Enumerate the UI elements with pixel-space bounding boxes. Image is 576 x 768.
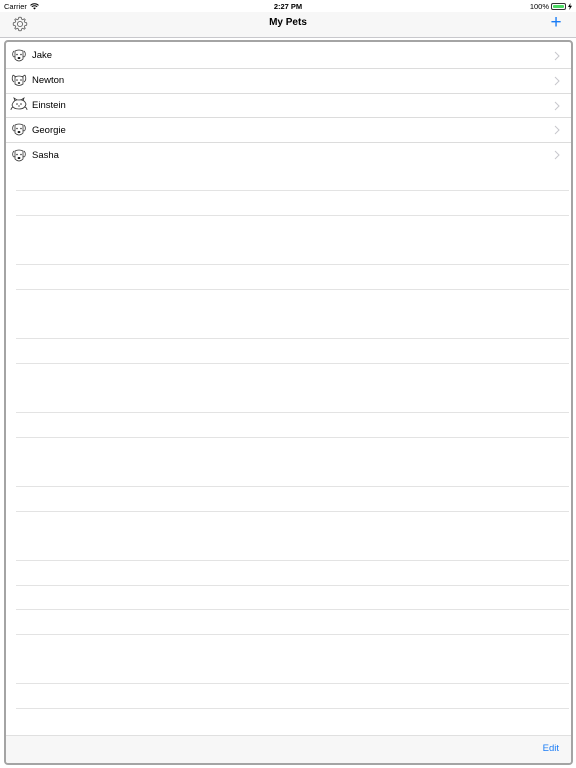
navigation-bar: My Pets + xyxy=(0,12,576,38)
dog-icon xyxy=(12,49,26,62)
row-content: Georgie xyxy=(6,121,571,139)
battery-icon xyxy=(551,3,566,10)
row-separator xyxy=(16,338,569,339)
row-content: Jake xyxy=(6,47,571,65)
pets-table: Jake Newton Einstein Georgie Sasha Edit xyxy=(4,40,573,765)
row-separator xyxy=(16,486,569,487)
pet-name: Newton xyxy=(32,75,65,87)
edit-button[interactable]: Edit xyxy=(543,743,559,754)
chevron-right-icon xyxy=(554,51,560,61)
empty-row-separators xyxy=(16,182,569,733)
pet-list: Jake Newton Einstein Georgie Sasha xyxy=(6,44,571,168)
chevron-right-icon xyxy=(554,150,560,160)
pet-row-einstein[interactable]: Einstein xyxy=(6,94,571,119)
page-title: My Pets xyxy=(269,17,307,28)
dog-icon xyxy=(12,123,26,136)
row-separator xyxy=(16,215,569,216)
status-time: 2:27 PM xyxy=(273,2,303,11)
row-separator xyxy=(16,560,569,561)
row-content: Einstein xyxy=(6,96,571,114)
row-content: Sasha xyxy=(6,147,571,165)
status-bar: Carrier 2:27 PM 100% xyxy=(0,0,576,12)
chevron-right-icon xyxy=(554,101,560,110)
add-pet-button[interactable]: + xyxy=(546,13,566,34)
row-separator xyxy=(16,683,569,684)
status-right: 100% xyxy=(530,2,572,11)
chevron-right-icon xyxy=(554,126,560,135)
cat-icon xyxy=(10,97,28,111)
pet-name: Sasha xyxy=(32,150,59,162)
row-separator xyxy=(16,363,569,364)
pet-row-jake[interactable]: Jake xyxy=(6,44,571,69)
row-separator xyxy=(16,634,569,635)
chevron-right-icon xyxy=(554,76,560,86)
row-separator xyxy=(16,437,569,438)
pet-name: Einstein xyxy=(32,99,66,111)
row-separator xyxy=(16,609,569,610)
pet-row-newton[interactable]: Newton xyxy=(6,69,571,94)
row-separator xyxy=(16,264,569,265)
row-separator xyxy=(16,585,569,586)
bottom-toolbar: Edit xyxy=(6,735,571,763)
dog-icon xyxy=(12,149,26,161)
pet-row-sasha[interactable]: Sasha xyxy=(6,143,571,168)
row-separator xyxy=(16,511,569,512)
row-separator xyxy=(16,289,569,290)
dog-icon xyxy=(11,74,27,86)
row-separator xyxy=(16,190,569,191)
row-separator xyxy=(16,708,569,709)
row-separator xyxy=(16,412,569,413)
pet-name: Jake xyxy=(32,50,53,62)
pet-row-georgie[interactable]: Georgie xyxy=(6,118,571,144)
battery-fill xyxy=(553,5,564,8)
charging-icon xyxy=(568,3,572,10)
row-content: Newton xyxy=(6,72,571,90)
pet-name: Georgie xyxy=(32,124,66,136)
battery-percent: 100% xyxy=(529,2,549,11)
